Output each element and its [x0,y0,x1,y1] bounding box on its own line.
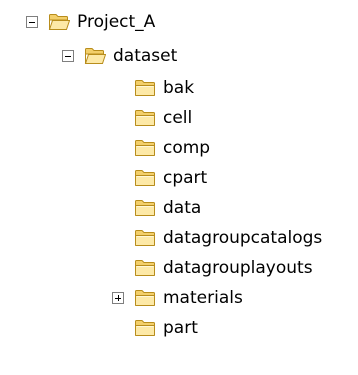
tree-node-label[interactable]: cpart [163,164,207,192]
folder-icon [134,229,156,247]
tree-node-label[interactable]: materials [163,284,243,312]
tree-node-materials[interactable]: materials [112,284,243,312]
tree-node-datagrouplayouts[interactable]: datagrouplayouts [134,254,313,282]
tree-node-label[interactable]: bak [163,74,194,102]
folder-icon [134,79,156,97]
collapse-toggle[interactable] [26,16,38,28]
folder-icon [134,199,156,217]
tree-node-label[interactable]: comp [163,134,210,162]
folder-icon [134,109,156,127]
tree-node-cpart[interactable]: cpart [134,164,207,192]
folder-icon [134,289,156,307]
folder-icon [134,169,156,187]
tree-node-dataset[interactable]: dataset [62,42,177,70]
tree-node-label[interactable]: part [163,314,198,342]
folder-tree: Project_A dataset bak cell comp cpart da… [0,0,358,375]
folder-icon [134,319,156,337]
tree-node-data[interactable]: data [134,194,201,222]
tree-node-label[interactable]: datagroupcatalogs [163,224,322,252]
folder-open-icon [48,13,70,31]
folder-icon [134,139,156,157]
tree-node-datagroupcatalogs[interactable]: datagroupcatalogs [134,224,322,252]
tree-node-label[interactable]: Project_A [77,8,155,36]
tree-node-project-a[interactable]: Project_A [26,8,155,36]
collapse-toggle[interactable] [62,50,74,62]
folder-icon [134,259,156,277]
tree-node-label[interactable]: dataset [113,42,177,70]
tree-node-cell[interactable]: cell [134,104,192,132]
tree-node-label[interactable]: data [163,194,201,222]
expand-toggle[interactable] [112,292,124,304]
tree-node-bak[interactable]: bak [134,74,194,102]
tree-node-comp[interactable]: comp [134,134,210,162]
tree-node-part[interactable]: part [134,314,198,342]
folder-open-icon [84,47,106,65]
tree-node-label[interactable]: cell [163,104,192,132]
tree-node-label[interactable]: datagrouplayouts [163,254,313,282]
